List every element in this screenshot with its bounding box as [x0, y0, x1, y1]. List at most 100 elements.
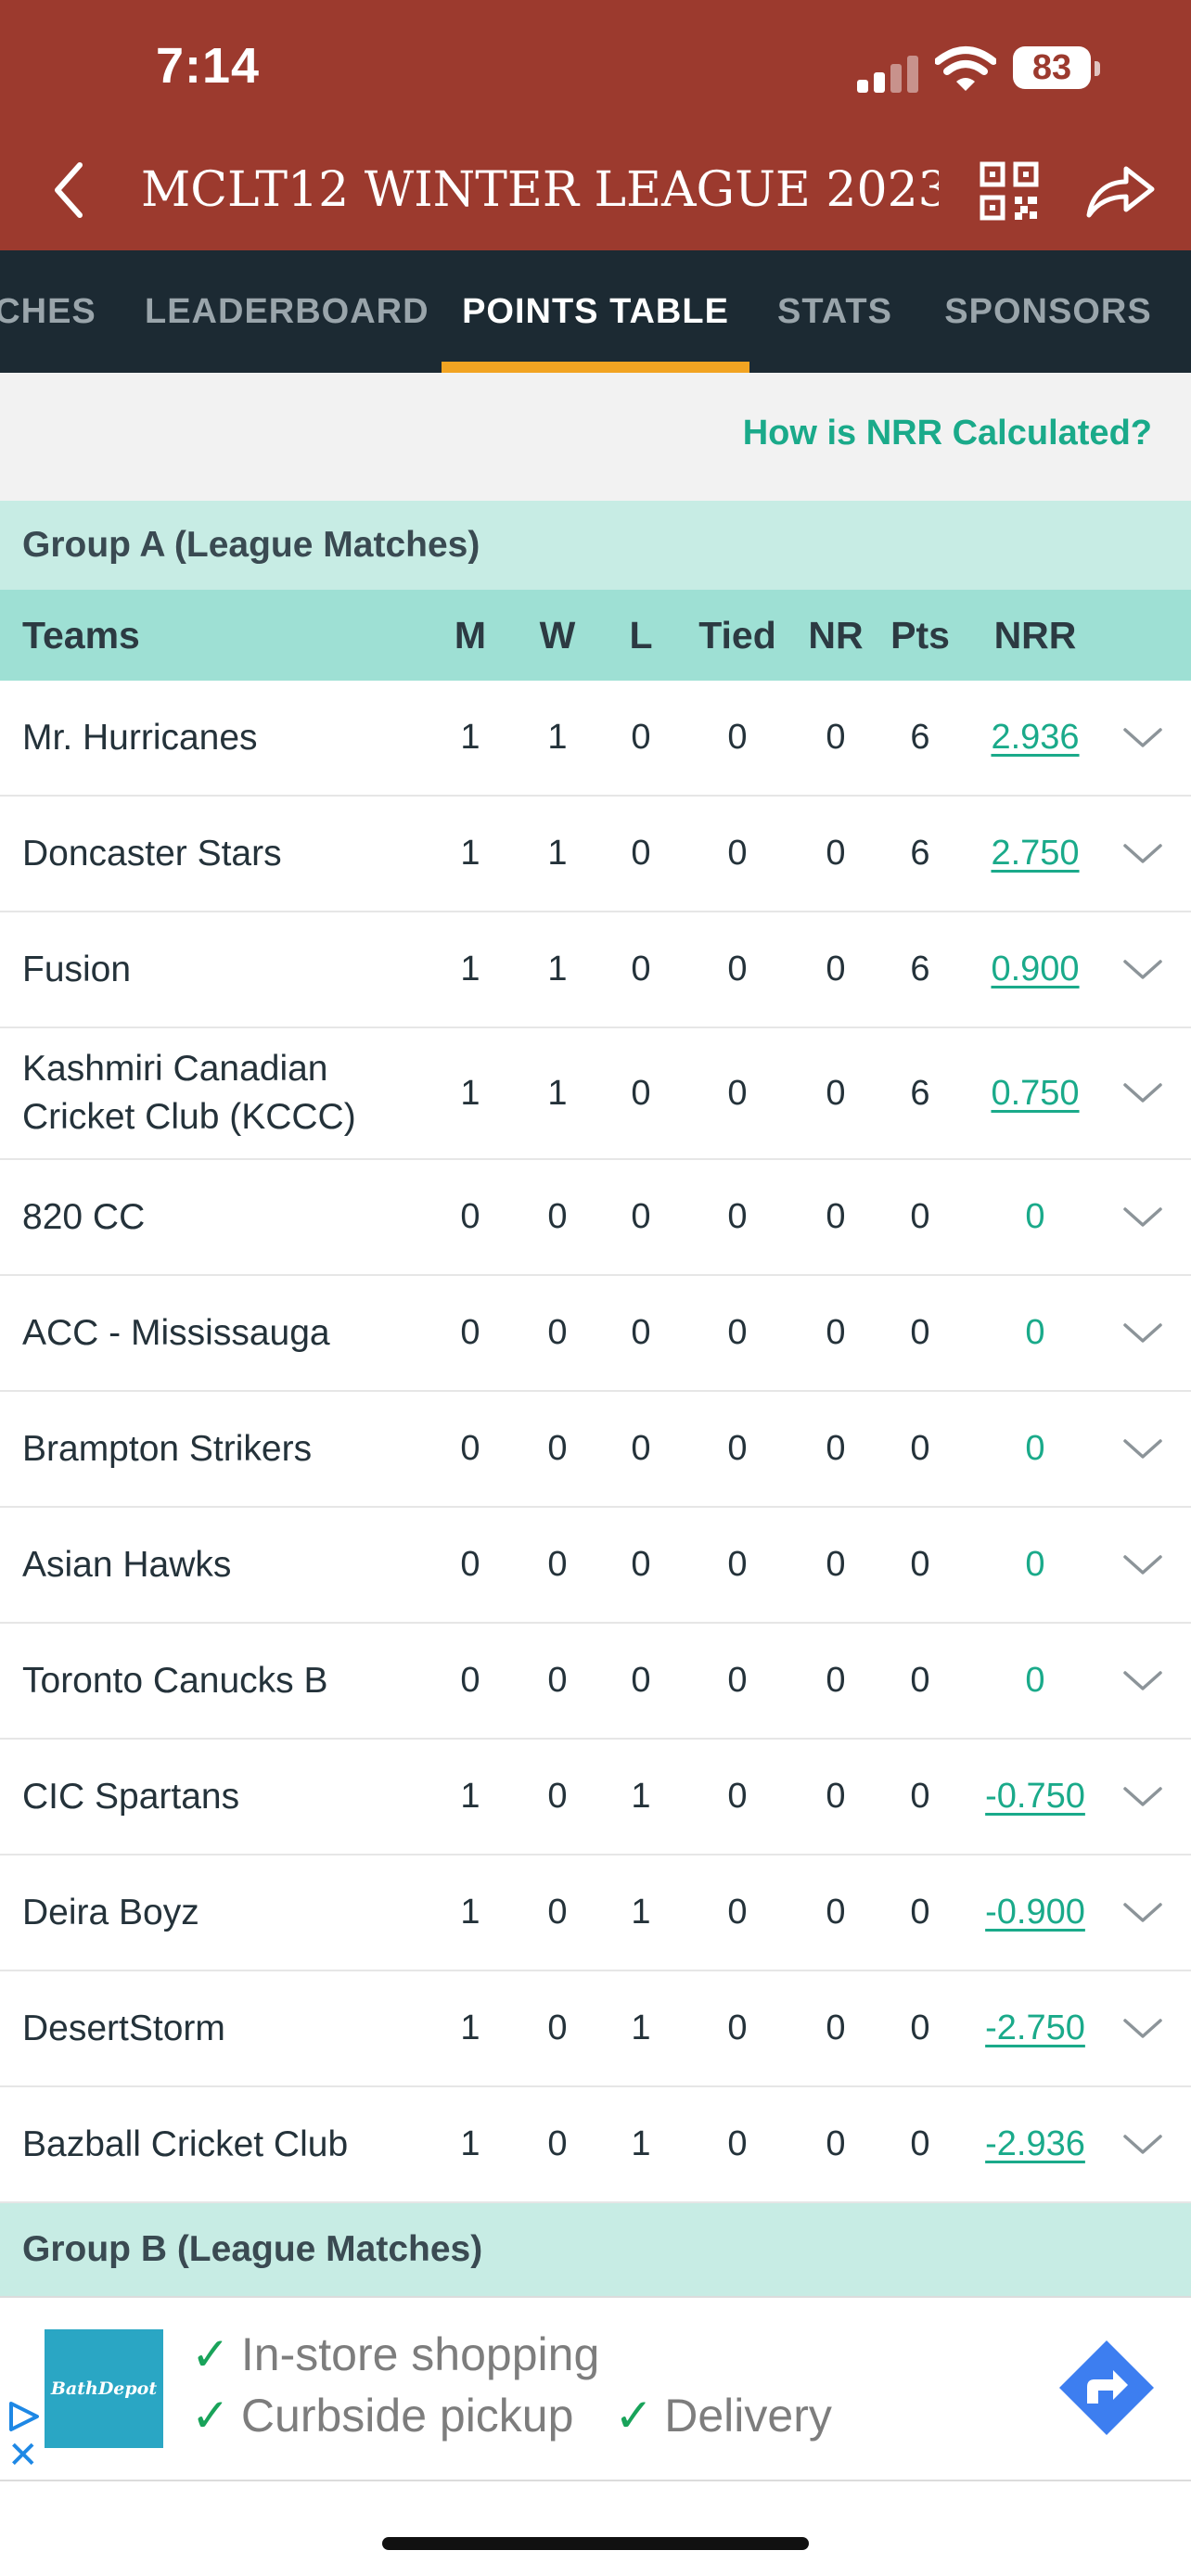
tab-bar: CHES LEADERBOARD POINTS TABLE STATS SPON…: [0, 250, 1191, 373]
ad-line-1: ✓ In-store shopping: [191, 2327, 599, 2381]
cell-pts: 0: [910, 1429, 930, 1468]
cell-nrr[interactable]: -0.900: [983, 1855, 1087, 1970]
chevron-down-icon[interactable]: [1119, 1028, 1167, 1158]
cell-nr: 0: [826, 1313, 846, 1352]
tab-matches[interactable]: CHES: [0, 250, 96, 373]
cell-nr: 0: [826, 1429, 846, 1468]
cell-nr: 0: [826, 834, 846, 873]
chevron-down-icon[interactable]: [1119, 1624, 1167, 1738]
table-row[interactable]: Bazball Cricket Club 1 0 1 0 0 0 -2.936: [0, 2087, 1191, 2203]
ad-choices-icon[interactable]: [6, 2400, 43, 2433]
cell-pts: 0: [910, 1545, 930, 1584]
nrr-calculation-link[interactable]: How is NRR Calculated?: [743, 414, 1152, 453]
cell-nr: 0: [826, 1197, 846, 1236]
chevron-down-icon[interactable]: [1119, 1160, 1167, 1274]
chevron-down-icon[interactable]: [1119, 797, 1167, 911]
cell-pts: 6: [910, 1073, 930, 1113]
table-row[interactable]: 820 CC 0 0 0 0 0 0 0: [0, 1160, 1191, 1276]
ad-curbside: Curbside pickup: [240, 2390, 574, 2442]
col-l: L: [629, 614, 653, 657]
cell-w: 0: [547, 1429, 568, 1468]
table-row[interactable]: Toronto Canucks B 0 0 0 0 0 0 0: [0, 1624, 1191, 1740]
cell-nrr[interactable]: 2.936: [983, 681, 1087, 795]
table-row[interactable]: ACC - Mississauga 0 0 0 0 0 0 0: [0, 1276, 1191, 1392]
col-tied: Tied: [698, 614, 776, 657]
col-nrr: NRR: [993, 614, 1077, 657]
ad-banner[interactable]: BathDepot ✓ In-store shopping ✓ Curbside p…: [0, 2296, 1191, 2481]
cell-l: 0: [631, 834, 651, 873]
cell-w: 1: [547, 718, 568, 757]
cell-nrr[interactable]: -2.750: [983, 1971, 1087, 2085]
cell-nr: 0: [826, 2009, 846, 2047]
table-row[interactable]: CIC Spartans 1 0 1 0 0 0 -0.750: [0, 1740, 1191, 1855]
tab-stats[interactable]: STATS: [772, 250, 898, 373]
team-name: Kashmiri Canadian Cricket Club (KCCC): [22, 1049, 356, 1137]
team-name: Mr. Hurricanes: [22, 717, 258, 758]
table-row[interactable]: Mr. Hurricanes 1 1 0 0 0 6 2.936: [0, 681, 1191, 797]
tab-points-table[interactable]: POINTS TABLE: [442, 250, 749, 373]
share-icon[interactable]: [1083, 159, 1158, 221]
col-nr: NR: [808, 614, 864, 657]
cell-tied: 0: [727, 950, 748, 988]
cell-nrr[interactable]: -0.750: [983, 1740, 1087, 1854]
cell-l: 0: [631, 1313, 651, 1352]
team-name: DesertStorm: [22, 2008, 225, 2048]
cell-l: 0: [631, 1073, 651, 1113]
cell-nrr[interactable]: -2.936: [983, 2087, 1087, 2201]
tab-sponsors[interactable]: SPONSORS: [937, 250, 1159, 373]
cell-pts: 0: [910, 2009, 930, 2047]
cell-l: 0: [631, 1661, 651, 1700]
directions-icon[interactable]: [1056, 2337, 1158, 2439]
table-row[interactable]: Fusion 1 1 0 0 0 6 0.900: [0, 912, 1191, 1028]
group-b-header: Group B (League Matches): [0, 2203, 1191, 2296]
cell-w: 0: [547, 2009, 568, 2047]
home-indicator: [382, 2537, 809, 2550]
chevron-down-icon[interactable]: [1119, 1392, 1167, 1506]
cell-w: 0: [547, 1545, 568, 1584]
cell-pts: 0: [910, 1893, 930, 1932]
team-name: 820 CC: [22, 1196, 146, 1237]
col-m: M: [454, 614, 487, 657]
cell-tied: 0: [727, 2009, 748, 2047]
cell-tied: 0: [727, 1893, 748, 1932]
ad-close-icon[interactable]: ✕: [7, 2437, 39, 2474]
team-name: Doncaster Stars: [22, 833, 282, 874]
table-row[interactable]: Doncaster Stars 1 1 0 0 0 6 2.750: [0, 797, 1191, 912]
page-title: MCLT12 WINTER LEAGUE 2023-...: [141, 162, 939, 218]
cell-tied: 0: [727, 1429, 748, 1468]
nrr-info-bar: How is NRR Calculated?: [0, 373, 1191, 501]
cell-nr: 0: [826, 1777, 846, 1816]
chevron-down-icon[interactable]: [1119, 912, 1167, 1027]
cell-w: 0: [547, 2124, 568, 2163]
chevron-down-icon[interactable]: [1119, 1740, 1167, 1854]
chevron-down-icon[interactable]: [1119, 1971, 1167, 2085]
cell-nrr[interactable]: 0.900: [983, 912, 1087, 1027]
table-row[interactable]: Kashmiri Canadian Cricket Club (KCCC) 1 1 0…: [0, 1028, 1191, 1160]
table-row[interactable]: Deira Boyz 1 0 1 0 0 0 -0.900: [0, 1855, 1191, 1971]
battery-level: 83: [1013, 46, 1091, 89]
chevron-down-icon[interactable]: [1119, 681, 1167, 795]
ad-brand-logo[interactable]: BathDepot: [45, 2329, 163, 2448]
ad-line-2: ✓ Curbside pickup ✓ Delivery: [191, 2389, 832, 2442]
cell-tied: 0: [727, 2124, 748, 2163]
chevron-down-icon[interactable]: [1119, 2087, 1167, 2201]
cell-nr: 0: [826, 1073, 846, 1113]
cell-nrr[interactable]: 0.750: [983, 1028, 1087, 1158]
table-row[interactable]: Asian Hawks 0 0 0 0 0 0 0: [0, 1508, 1191, 1624]
qr-code-icon[interactable]: [980, 161, 1039, 221]
table-row[interactable]: Brampton Strikers 0 0 0 0 0 0 0: [0, 1392, 1191, 1508]
cell-m: 1: [460, 950, 480, 988]
cell-w: 1: [547, 1073, 568, 1113]
chevron-down-icon[interactable]: [1119, 1276, 1167, 1390]
back-arrow-icon[interactable]: [41, 158, 96, 223]
table-row[interactable]: DesertStorm 1 0 1 0 0 0 -2.750: [0, 1971, 1191, 2087]
cell-m: 1: [460, 2124, 480, 2163]
chevron-down-icon[interactable]: [1119, 1508, 1167, 1622]
cell-m: 1: [460, 2009, 480, 2047]
cell-nrr[interactable]: 2.750: [983, 797, 1087, 911]
tab-leaderboard[interactable]: LEADERBOARD: [145, 250, 429, 373]
cell-pts: 0: [910, 1661, 930, 1700]
chevron-down-icon[interactable]: [1119, 1855, 1167, 1970]
team-name: Asian Hawks: [22, 1544, 232, 1585]
cell-m: 1: [460, 1777, 480, 1816]
